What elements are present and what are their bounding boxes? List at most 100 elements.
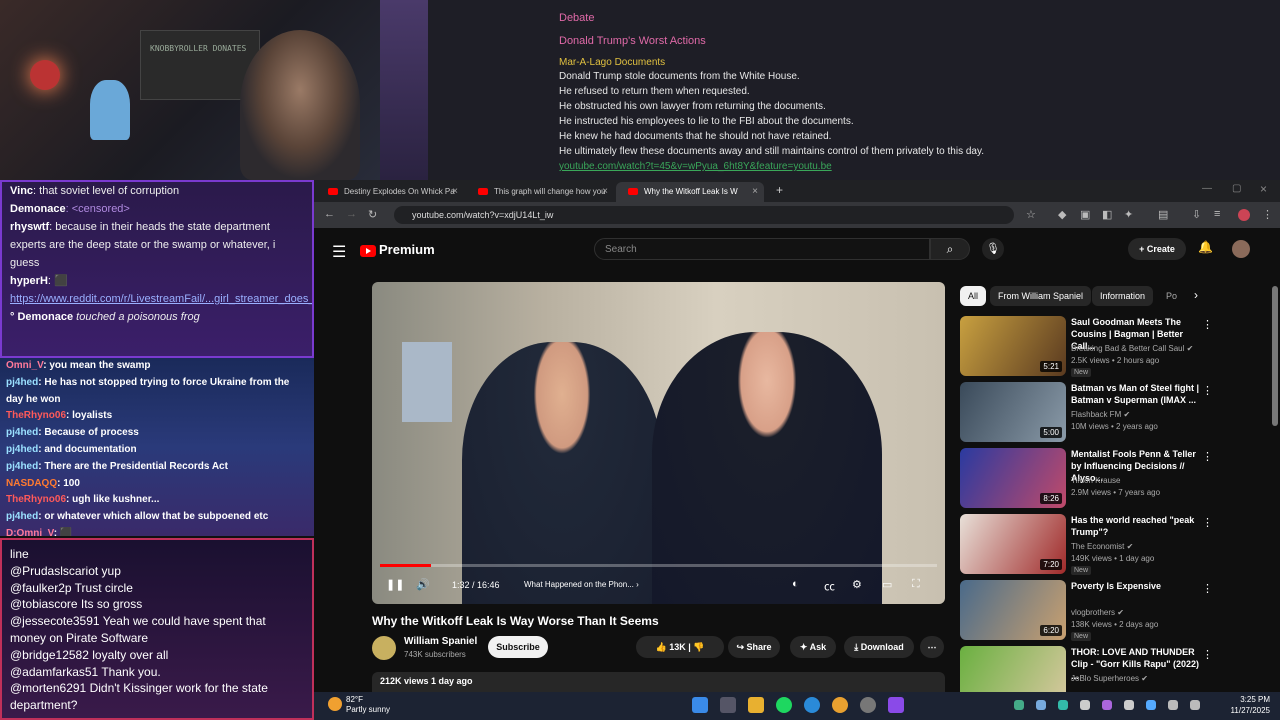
more-icon[interactable]: ⋮ <box>1262 208 1273 221</box>
tray-icon[interactable] <box>1058 700 1068 710</box>
video-thumbnail[interactable]: 6:20 <box>960 580 1066 640</box>
scrollbar[interactable] <box>1272 286 1278 426</box>
chat-username[interactable]: @tobiascore <box>10 597 78 611</box>
autoplay-toggle[interactable]: ◐ <box>792 578 799 590</box>
edge-icon[interactable] <box>804 697 820 713</box>
channel-name[interactable]: William Spaniel <box>404 636 477 647</box>
back-icon[interactable]: ← <box>324 208 335 220</box>
chevron-right-icon[interactable]: › <box>1194 288 1198 302</box>
volume-icon[interactable]: 🔊 <box>416 578 430 591</box>
like-icon[interactable]: 👍 <box>656 642 667 652</box>
sidebar-icon[interactable]: ▤ <box>1158 208 1168 221</box>
address-bar[interactable]: youtube.com/watch?v=xdjU14Lt_iw <box>394 206 1014 224</box>
extension-icon[interactable]: ▣ <box>1080 208 1090 221</box>
new-tab-button[interactable]: + <box>776 183 783 197</box>
more-actions-icon[interactable]: ⋯ <box>920 636 944 658</box>
settings-icon[interactable]: ⚙ <box>852 578 862 591</box>
chat-text[interactable]: https://www.reddit.com/r/LivestreamFail/… <box>10 293 312 305</box>
tab-active[interactable]: Why the Witkoff Leak Is W × <box>616 182 764 202</box>
tray-icon[interactable] <box>1036 700 1046 710</box>
youtube-logo[interactable]: Premium <box>360 242 435 257</box>
chat-username[interactable]: @morten6291 <box>10 681 86 695</box>
chip-all[interactable]: All <box>960 286 987 306</box>
clock[interactable]: 3:25 PM 11/27/2025 <box>1231 694 1270 716</box>
video-thumbnail[interactable]: 8:26 <box>960 448 1066 508</box>
chat-username[interactable]: Omni_V <box>6 360 43 371</box>
tab[interactable]: This graph will change how you × <box>466 182 614 202</box>
star-icon[interactable]: ☆ <box>1026 208 1036 221</box>
subscribe-button[interactable]: Subscribe <box>488 636 548 658</box>
chat-username[interactable]: D:Omni_V <box>6 528 54 536</box>
chat-username[interactable]: pj4hed <box>6 377 38 388</box>
progress-bar[interactable] <box>380 564 937 567</box>
share-button[interactable]: ↪ Share <box>728 636 780 658</box>
recommended-video[interactable]: 5:21 Saul Goodman Meets The Cousins | Bag… <box>960 316 1220 377</box>
chat-username[interactable]: @adamfarkas51 <box>10 665 98 679</box>
profile-icon[interactable] <box>1238 209 1250 221</box>
pause-icon[interactable]: ❚❚ <box>386 578 404 591</box>
network-icon[interactable] <box>1168 700 1178 710</box>
close-window-icon[interactable]: × <box>1260 182 1267 196</box>
more-icon[interactable]: ⋮ <box>1202 318 1213 331</box>
chapter-title[interactable]: What Happened on the Phon... › <box>524 580 639 589</box>
chat-username[interactable]: pj4hed <box>6 511 38 522</box>
tray-icon[interactable] <box>1146 700 1156 710</box>
video-thumbnail[interactable]: 5:21 <box>960 316 1066 376</box>
chip-channel[interactable]: From William Spaniel <box>990 286 1092 306</box>
chat-username[interactable]: ° Demonace <box>10 311 73 323</box>
volume-tray-icon[interactable] <box>1190 700 1200 710</box>
extension-icon[interactable]: ◆ <box>1058 208 1066 221</box>
more-icon[interactable]: ⋮ <box>1202 582 1213 595</box>
video-thumbnail[interactable]: 7:20 <box>960 514 1066 574</box>
recommended-video[interactable]: 7:20 Has the world reached "peak Trump"? T… <box>960 514 1220 575</box>
rec-title[interactable]: Poverty Is Expensive <box>1071 580 1201 592</box>
chat-username[interactable]: TheRhyno06 <box>6 494 66 505</box>
more-icon[interactable]: ⋮ <box>1202 516 1213 529</box>
chat-username[interactable]: TheRhyno06 <box>6 410 66 421</box>
media-icon[interactable]: ≡ <box>1214 208 1220 220</box>
bell-icon[interactable]: 🔔 <box>1198 240 1213 254</box>
recommended-video[interactable]: 5:00 Batman vs Man of Steel fight | Batma… <box>960 382 1220 442</box>
chat-username[interactable]: rhyswtf <box>10 221 49 233</box>
theater-icon[interactable]: ▭ <box>882 578 892 591</box>
avatar[interactable] <box>1232 240 1250 258</box>
chat-username[interactable]: NASDAQQ <box>6 478 57 489</box>
chip-information[interactable]: Information <box>1092 286 1154 306</box>
tray-icon[interactable] <box>1102 700 1112 710</box>
task-view-icon[interactable] <box>720 697 736 713</box>
like-dislike[interactable]: 👍 13K | 👎 <box>636 636 724 658</box>
rec-channel[interactable]: Timon Krause <box>1071 476 1121 485</box>
rec-channel[interactable]: Breaking Bad & Better Call Saul ✔ <box>1071 344 1193 353</box>
video-thumbnail[interactable]: 5:00 <box>960 382 1066 442</box>
ask-button[interactable]: ✦ Ask <box>790 636 836 658</box>
create-button[interactable]: + Create <box>1128 238 1186 260</box>
chat-username[interactable]: pj4hed <box>6 461 38 472</box>
more-icon[interactable]: ⋮ <box>1202 450 1213 463</box>
start-icon[interactable] <box>692 697 708 713</box>
close-icon[interactable]: × <box>602 186 608 197</box>
puzzle-icon[interactable]: ✦ <box>1124 208 1133 221</box>
dislike-icon[interactable]: 👎 <box>693 642 704 652</box>
channel-avatar[interactable] <box>372 636 396 660</box>
explorer-icon[interactable] <box>748 697 764 713</box>
menu-icon[interactable]: ☰ <box>332 242 346 262</box>
tray-icon[interactable] <box>1124 700 1134 710</box>
mic-icon[interactable]: 🎙 <box>982 238 1004 260</box>
tab[interactable]: Destiny Explodes On Whick Pa × <box>316 182 464 202</box>
search-input[interactable]: Search <box>594 238 930 260</box>
more-icon[interactable]: ⋮ <box>1202 648 1213 661</box>
chat-username[interactable]: @faulker2p <box>10 581 72 595</box>
chat-username[interactable]: @jessecote3591 <box>10 614 100 628</box>
recommended-video[interactable]: 6:20 Poverty Is Expensive vlogbrothers ✔ 13… <box>960 580 1220 641</box>
spotify-icon[interactable] <box>776 697 792 713</box>
close-icon[interactable]: × <box>452 186 458 197</box>
rec-channel[interactable]: JoBlo Superheroes ✔ <box>1071 674 1148 683</box>
search-icon[interactable]: ⌕ <box>930 238 970 260</box>
chat-username[interactable]: pj4hed <box>6 427 38 438</box>
download-icon[interactable]: ⇩ <box>1192 208 1201 221</box>
captions-icon[interactable]: ㏄ <box>824 578 835 594</box>
chat-username[interactable]: @Prudaslscariot <box>10 564 98 578</box>
rec-channel[interactable]: Flashback FM ✔ <box>1071 410 1130 419</box>
forward-icon[interactable]: → <box>346 208 357 220</box>
chip-more[interactable]: Po <box>1158 286 1182 306</box>
